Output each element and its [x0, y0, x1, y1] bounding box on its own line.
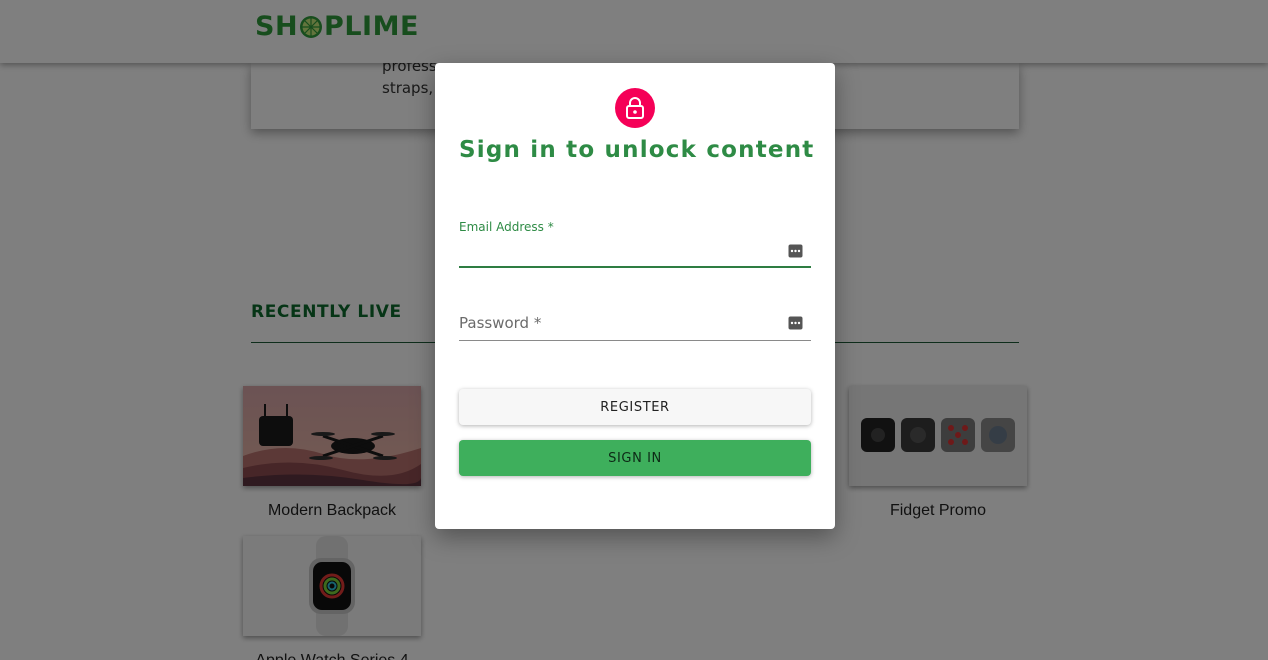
sign-in-button[interactable]: SIGN IN [459, 440, 811, 476]
email-underline [459, 266, 811, 268]
dialog-title: Sign in to unlock content [459, 137, 815, 163]
required-mark: * [543, 220, 554, 234]
register-button[interactable]: REGISTER [459, 389, 811, 425]
password-field[interactable]: Password * [459, 291, 811, 343]
autofill-key-icon[interactable] [788, 316, 803, 330]
email-input[interactable] [459, 239, 779, 263]
sign-in-dialog: Sign in to unlock content Email Address … [435, 63, 835, 529]
password-input[interactable] [459, 313, 779, 337]
lock-icon [626, 97, 644, 119]
autofill-key-icon[interactable] [788, 244, 803, 258]
email-label: Email Address * [459, 220, 554, 234]
password-underline [459, 340, 811, 341]
email-field[interactable]: Email Address * [459, 220, 811, 270]
lock-avatar [615, 88, 655, 128]
email-label-text: Email Address [459, 220, 544, 234]
